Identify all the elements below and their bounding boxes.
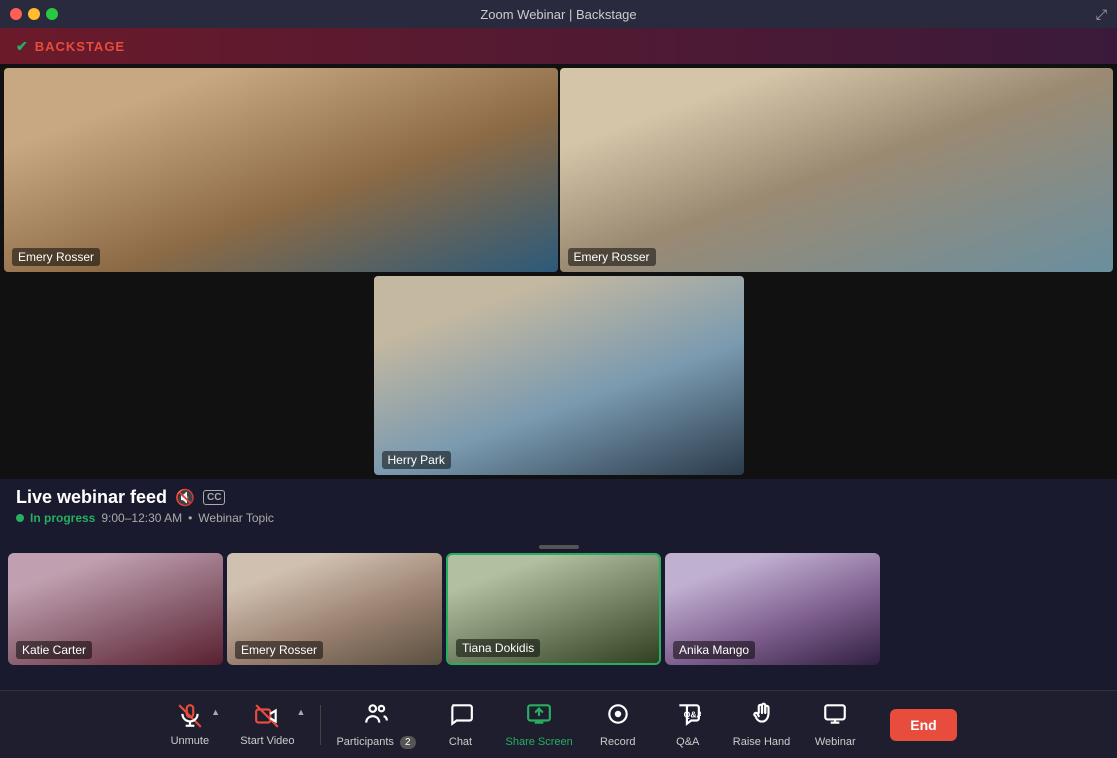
participant-tile-2[interactable]: Tiana Dokidis [446, 553, 661, 665]
participants-label: Participants [336, 736, 393, 748]
participants-strip: Katie Carter Emery Rosser Tiana Dokidis … [0, 553, 1117, 673]
mic-icon [177, 703, 203, 735]
raise-hand-icon [749, 701, 775, 733]
participants-count: 2 [400, 736, 416, 749]
participant-name-3: Anika Mango [673, 641, 755, 659]
backstage-badge: ✔ BACKSTAGE [16, 38, 125, 55]
chat-button[interactable]: Chat [426, 695, 496, 754]
title-bar: Zoom Webinar | Backstage ⤢ [0, 0, 1117, 28]
name-label-center: Herry Park [382, 451, 451, 469]
share-screen-button[interactable]: Share Screen [496, 695, 583, 754]
name-label-top-left: Emery Rosser [12, 248, 100, 266]
chat-label: Chat [449, 736, 472, 748]
live-feed-section: Live webinar feed 🔇 CC In progress 9:00–… [0, 479, 1117, 541]
share-screen-label: Share Screen [506, 736, 573, 748]
close-button[interactable] [10, 8, 22, 20]
participants-button[interactable]: Participants 2 [326, 695, 425, 755]
share-screen-icon [526, 701, 552, 733]
live-feed-title-text: Live webinar feed [16, 487, 167, 508]
start-video-label: Start Video [240, 735, 294, 747]
participant-tile-3[interactable]: Anika Mango [665, 553, 880, 665]
video-bg-headphones [374, 276, 744, 475]
video-grid-bottom: Herry Park [0, 274, 1117, 479]
end-button[interactable]: End [890, 709, 956, 741]
expand-icon[interactable]: ⤢ [1096, 6, 1107, 23]
backstage-header: ✔ BACKSTAGE [0, 28, 1117, 64]
meta-time: 9:00–12:30 AM [101, 511, 182, 525]
participant-name-0: Katie Carter [16, 641, 92, 659]
in-progress-dot [16, 514, 24, 522]
cc-badge: CC [203, 490, 225, 505]
video-bg-woman [4, 68, 558, 272]
backstage-label: BACKSTAGE [35, 39, 125, 54]
record-label: Record [600, 736, 635, 748]
record-button[interactable]: Record [583, 695, 653, 754]
participant-name-2: Tiana Dokidis [456, 639, 540, 657]
webinar-label: Webinar [815, 736, 856, 748]
main-video-area: Emery Rosser Emery Rosser Herry Park [0, 64, 1117, 479]
live-feed-title-row: Live webinar feed 🔇 CC [16, 487, 1101, 508]
scroll-indicator [0, 541, 1117, 553]
participant-tile-1[interactable]: Emery Rosser [227, 553, 442, 665]
maximize-button[interactable] [46, 8, 58, 20]
video-bg-three-people [560, 68, 1114, 272]
video-cell-center: Herry Park [374, 276, 744, 475]
traffic-lights [10, 8, 58, 20]
unmute-caret[interactable]: ▲ [211, 707, 220, 717]
unmute-button[interactable]: Unmute ▲ [160, 697, 230, 753]
webinar-icon [822, 701, 848, 733]
minimize-button[interactable] [28, 8, 40, 20]
shield-icon: ✔ [16, 38, 29, 55]
qa-icon: Q&A [675, 701, 701, 733]
in-progress-label: In progress [30, 511, 95, 525]
video-icon [254, 703, 280, 735]
video-grid-top: Emery Rosser Emery Rosser [0, 64, 1117, 274]
record-icon [605, 701, 631, 733]
participant-name-1: Emery Rosser [235, 641, 323, 659]
meta-topic: Webinar Topic [198, 511, 274, 525]
raise-hand-label: Raise Hand [733, 736, 790, 748]
live-feed-meta: In progress 9:00–12:30 AM • Webinar Topi… [16, 511, 1101, 525]
webinar-button[interactable]: Webinar [800, 695, 870, 754]
unmute-label: Unmute [171, 735, 210, 747]
participant-tile-0[interactable]: Katie Carter [8, 553, 223, 665]
toolbar: Unmute ▲ Start Video ▲ [0, 690, 1117, 758]
window-title: Zoom Webinar | Backstage [480, 7, 636, 22]
name-label-top-right: Emery Rosser [568, 248, 656, 266]
scroll-pill [539, 545, 579, 549]
start-video-button[interactable]: Start Video ▲ [230, 697, 315, 753]
start-video-caret[interactable]: ▲ [297, 707, 306, 717]
qa-button[interactable]: Q&A Q&A [653, 695, 723, 754]
speaker-icon: 🔇 [175, 488, 195, 508]
video-cell-top-left: Emery Rosser [4, 68, 558, 272]
participants-icon [363, 701, 389, 733]
chat-icon [448, 701, 474, 733]
svg-text:Q&A: Q&A [683, 709, 700, 719]
video-cell-top-right: Emery Rosser [560, 68, 1114, 272]
raise-hand-button[interactable]: Raise Hand [723, 695, 800, 754]
divider-1 [320, 705, 321, 745]
meta-separator: • [188, 511, 192, 525]
qa-label: Q&A [676, 736, 699, 748]
